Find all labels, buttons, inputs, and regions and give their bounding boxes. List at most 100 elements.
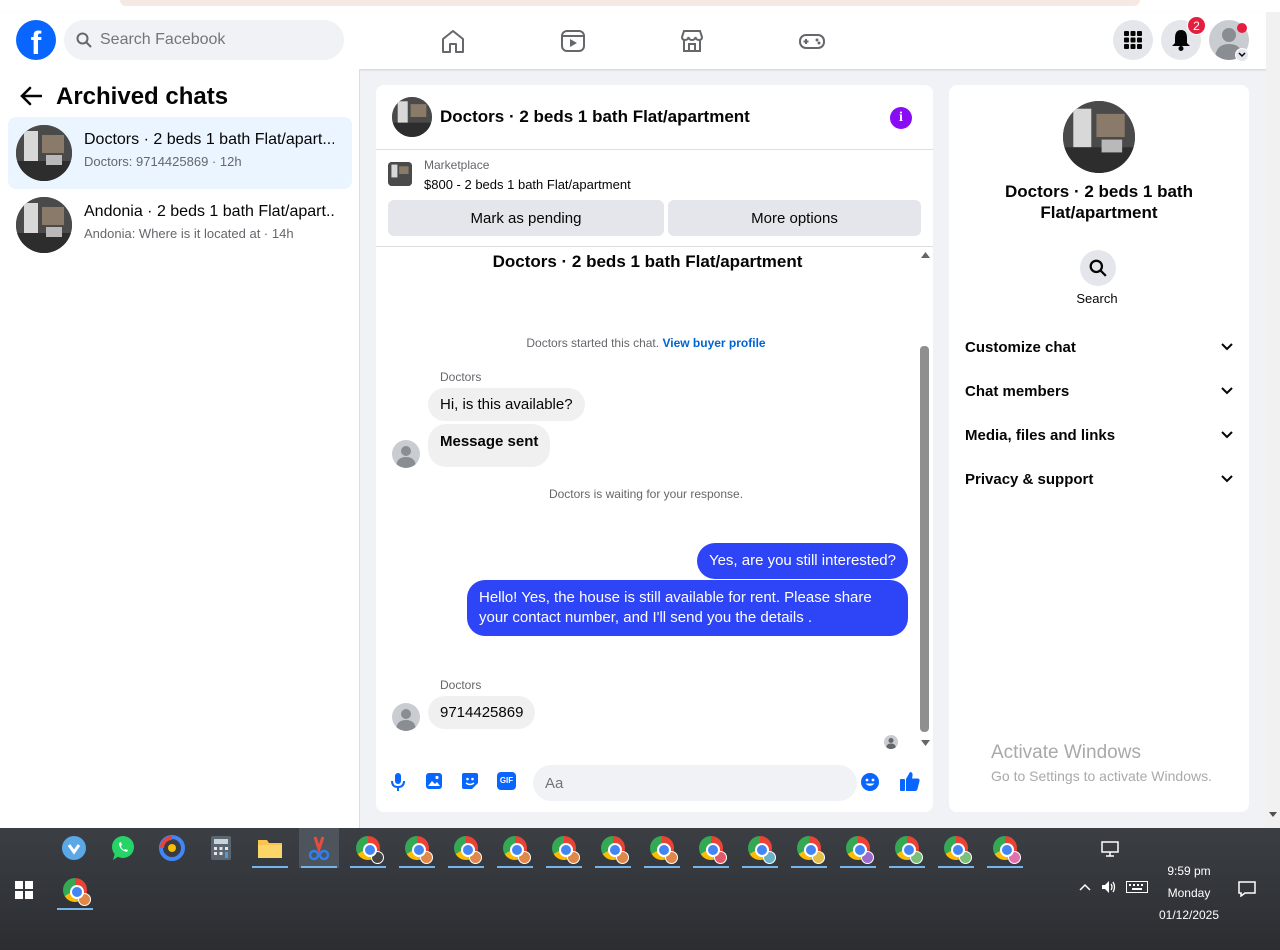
scrollbar-thumb[interactable]: [920, 346, 929, 732]
snipping-tool-icon: [308, 836, 330, 861]
chat-name: Doctors · 2 beds 1 bath Flat/apart...: [84, 131, 334, 148]
account-dropdown[interactable]: [1235, 48, 1249, 62]
gaming-icon[interactable]: [797, 26, 827, 56]
conversation-title[interactable]: Doctors · 2 beds 1 bath Flat/apartment: [440, 107, 750, 127]
taskbar-app-active[interactable]: [299, 828, 339, 868]
menu-button[interactable]: [1113, 20, 1153, 60]
listing-thumbnail[interactable]: [392, 97, 432, 137]
running-indicator: [938, 866, 974, 868]
running-indicator: [546, 866, 582, 868]
taskbar-app[interactable]: [152, 828, 192, 868]
incoming-message[interactable]: Hi, is this available?: [428, 388, 585, 421]
chevron-up-icon[interactable]: [1079, 883, 1091, 891]
scroll-down-arrow-icon[interactable]: [1269, 812, 1277, 818]
notification-center-icon[interactable]: [1238, 881, 1256, 897]
chevron-down-icon: [1221, 387, 1233, 395]
home-icon[interactable]: [438, 26, 468, 56]
thread-scrollbar[interactable]: [919, 248, 931, 748]
search-icon: [76, 32, 92, 48]
search-in-conversation-button[interactable]: [1080, 250, 1116, 286]
incoming-message[interactable]: 9714425869: [428, 696, 536, 729]
taskbar-chrome[interactable]: [887, 828, 927, 868]
sticker-icon[interactable]: [460, 771, 480, 791]
marketplace-icon[interactable]: [677, 26, 707, 56]
calculator-icon: [211, 836, 231, 860]
chat-list-item[interactable]: Andonia · 2 beds 1 bath Flat/apart... An…: [8, 189, 352, 261]
taskbar-app[interactable]: [201, 828, 241, 868]
scroll-up-arrow-icon[interactable]: [921, 252, 930, 258]
chat-preview: Doctors: 9714425869 · 12h: [84, 154, 242, 169]
back-arrow-icon[interactable]: [20, 86, 42, 106]
chat-preview: Andonia: Where is it located at · 14h: [84, 226, 294, 241]
emoji-icon[interactable]: [860, 772, 880, 792]
chrome-icon: [846, 836, 874, 864]
taskbar-chrome[interactable]: [936, 828, 976, 868]
privacy-support-section[interactable]: Privacy & support: [965, 461, 1233, 497]
info-icon[interactable]: i: [890, 107, 912, 129]
more-options-button[interactable]: More options: [668, 200, 921, 236]
chrome-icon: [748, 836, 776, 864]
taskbar-chrome[interactable]: [55, 870, 95, 910]
clock-day: Monday: [1167, 886, 1211, 900]
thumbs-up-icon[interactable]: [899, 770, 921, 792]
message-thread: Doctors · 2 beds 1 bath Flat/apartment D…: [376, 246, 933, 751]
listing-price[interactable]: $800 - 2 beds 1 bath Flat/apartment: [424, 177, 631, 192]
customize-chat-section[interactable]: Customize chat: [965, 329, 1233, 365]
taskbar-chrome[interactable]: [838, 828, 878, 868]
message-input[interactable]: [533, 765, 857, 801]
taskbar-chrome[interactable]: [495, 828, 535, 868]
keyboard-icon[interactable]: [1126, 881, 1148, 893]
taskbar-app[interactable]: [103, 828, 143, 868]
media-files-links-section[interactable]: Media, files and links: [965, 417, 1233, 453]
mark-as-pending-button[interactable]: Mark as pending: [388, 200, 664, 236]
video-icon[interactable]: [558, 26, 588, 56]
taskbar-app[interactable]: [54, 828, 94, 868]
search-input[interactable]: [100, 31, 320, 49]
sender-avatar[interactable]: [392, 440, 420, 468]
running-indicator: [889, 866, 925, 868]
microphone-icon[interactable]: [390, 772, 406, 792]
chrome-icon: [63, 878, 91, 906]
taskbar-app[interactable]: [250, 828, 290, 868]
desktop-icon[interactable]: [1101, 841, 1119, 857]
conversation-header: Doctors · 2 beds 1 bath Flat/apartment i: [376, 85, 933, 150]
taskbar-clock[interactable]: 9:59 pm Monday 01/12/2025: [1150, 860, 1228, 926]
incoming-message[interactable]: Message sent: [428, 424, 551, 467]
taskbar-chrome[interactable]: [593, 828, 633, 868]
view-buyer-profile-link[interactable]: View buyer profile: [662, 336, 765, 350]
chat-list-item[interactable]: Doctors · 2 beds 1 bath Flat/apart... Do…: [8, 117, 352, 189]
chrome-icon: [454, 836, 482, 864]
waiting-notice: Doctors is waiting for your response.: [548, 487, 744, 501]
watermark-subtitle: Go to Settings to activate Windows.: [991, 768, 1212, 784]
start-button[interactable]: [4, 870, 44, 910]
archived-chats-panel: Archived chats Doctors · 2 beds 1 bath F…: [0, 69, 360, 828]
taskbar-chrome[interactable]: [985, 828, 1025, 868]
started-text: Doctors started this chat.: [526, 336, 660, 350]
profile-badge: [420, 851, 433, 864]
sender-avatar[interactable]: [392, 703, 420, 731]
gif-icon[interactable]: GIF: [497, 772, 516, 790]
taskbar-chrome[interactable]: [740, 828, 780, 868]
marketplace-label: Marketplace: [424, 158, 490, 172]
outgoing-message[interactable]: Yes, are you still interested?: [696, 543, 908, 579]
photo-icon[interactable]: [425, 772, 443, 790]
outgoing-message[interactable]: Hello! Yes, the house is still available…: [467, 580, 908, 636]
chevron-down-icon: [1221, 475, 1233, 483]
facebook-logo[interactable]: f: [16, 20, 56, 60]
taskbar-chrome[interactable]: [348, 828, 388, 868]
scroll-down-arrow-icon[interactable]: [921, 740, 930, 746]
volume-icon[interactable]: [1101, 880, 1117, 894]
taskbar-chrome[interactable]: [691, 828, 731, 868]
taskbar-chrome[interactable]: [544, 828, 584, 868]
section-label: Customize chat: [965, 338, 1076, 356]
taskbar-chrome[interactable]: [446, 828, 486, 868]
chrome-icon: [356, 836, 384, 864]
profile-badge: [371, 851, 384, 864]
taskbar-chrome[interactable]: [789, 828, 829, 868]
page-scrollbar[interactable]: [1266, 12, 1280, 828]
search-box[interactable]: [64, 20, 344, 60]
listing-thumbnail: [16, 125, 72, 181]
taskbar-chrome[interactable]: [397, 828, 437, 868]
taskbar-chrome[interactable]: [642, 828, 682, 868]
chat-members-section[interactable]: Chat members: [965, 373, 1233, 409]
